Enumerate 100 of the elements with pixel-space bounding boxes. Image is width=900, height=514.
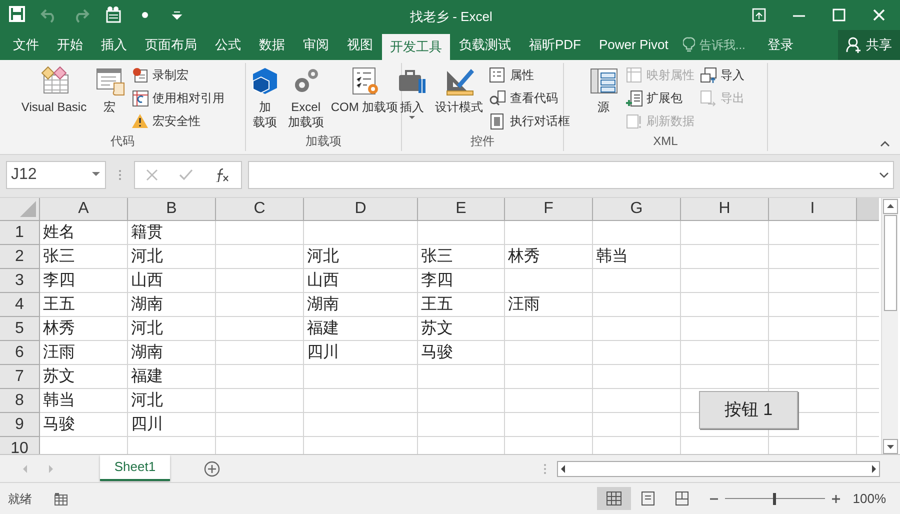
window-title: 找老乡 - Excel (410, 8, 492, 26)
horizontal-scrollbar[interactable] (557, 460, 880, 476)
ribbon-button[interactable]: 查看代码 (488, 87, 571, 109)
row-header[interactable]: 6 (0, 341, 40, 365)
normal-view-icon[interactable] (596, 487, 631, 510)
macro-recording-icon[interactable] (54, 492, 68, 506)
vertical-scrollbar[interactable] (881, 198, 898, 454)
ribbon-button[interactable]: Visual Basic (19, 63, 89, 115)
row-header[interactable]: 7 (0, 365, 40, 389)
group-label: XML (652, 133, 679, 150)
collapse-ribbon-icon[interactable] (880, 140, 890, 148)
maximize-icon[interactable] (832, 8, 846, 22)
table-cell: 湖南 (304, 293, 418, 317)
ribbon-tab[interactable]: 数据 (250, 30, 294, 60)
ribbon-button[interactable]: 源 (586, 63, 622, 115)
table-cell: 王五 (418, 293, 505, 317)
name-box[interactable]: J12 (6, 161, 106, 189)
ribbon-button[interactable]: 使用相对引用 (130, 87, 226, 109)
ribbon-tab[interactable]: Power Pivot (590, 30, 678, 60)
table-cell: 四川 (304, 341, 418, 365)
ribbon-tab[interactable]: 开发工具 (382, 34, 450, 60)
table-cell: 河北 (304, 245, 418, 269)
share-button[interactable]: 共享 (838, 30, 900, 60)
tell-me-field[interactable]: 告诉我... (699, 36, 756, 54)
grip-icon (543, 462, 547, 476)
column-header[interactable]: A (40, 198, 128, 220)
row-header[interactable]: 9 (0, 413, 40, 437)
row-header[interactable]: 4 (0, 293, 40, 317)
scroll-right-icon[interactable] (871, 464, 877, 472)
ribbon-tab[interactable]: 插入 (92, 30, 136, 60)
table-cell: 苏文 (418, 317, 505, 341)
ribbon-button[interactable]: 录制宏 (130, 64, 226, 86)
column-header[interactable]: E (418, 198, 505, 220)
ribbon-display-icon[interactable] (752, 8, 766, 22)
table-cell: 汪雨 (40, 341, 128, 365)
ribbon-tab[interactable]: 公式 (206, 30, 250, 60)
scroll-down-icon[interactable] (882, 439, 898, 454)
table-cell: 韩当 (40, 389, 128, 413)
group-label: 控件 (470, 133, 496, 150)
ribbon-tab[interactable]: 文件 (4, 30, 48, 60)
column-header[interactable]: G (593, 198, 681, 220)
zoom-level[interactable]: 100% (852, 488, 886, 508)
row-header[interactable]: 10 (0, 437, 40, 454)
table-cell: 汪雨 (505, 293, 593, 317)
save-icon[interactable] (8, 5, 26, 25)
export-icon (700, 90, 716, 106)
ribbon-button[interactable]: 扩展包 (624, 87, 696, 109)
ribbon-tab[interactable]: 视图 (338, 30, 382, 60)
formula-field[interactable] (248, 161, 894, 189)
add-sheet-icon[interactable] (204, 460, 220, 476)
scroll-thumb[interactable] (884, 215, 896, 311)
table-cell: 姓名 (40, 221, 128, 245)
ribbon-button[interactable]: 导入 (698, 64, 746, 86)
ribbon-tab[interactable]: 开始 (48, 30, 92, 60)
table-cell: 河北 (128, 317, 216, 341)
relative-reference-icon (132, 90, 149, 106)
close-icon[interactable] (872, 8, 886, 22)
ribbon-button[interactable]: 执行对话框 (488, 110, 571, 132)
table-cell: 福建 (128, 365, 216, 389)
scroll-up-icon[interactable] (882, 199, 898, 214)
zoom-slider-thumb[interactable] (773, 492, 776, 504)
row-header[interactable]: 8 (0, 389, 40, 413)
row-header[interactable]: 2 (0, 245, 40, 269)
column-header[interactable]: F (505, 198, 593, 220)
person-icon (846, 37, 862, 53)
grip-icon (118, 168, 122, 182)
function-icon[interactable] (214, 168, 230, 182)
ribbon-button[interactable]: 宏安全性 (130, 110, 226, 132)
ribbon-tab[interactable]: 审阅 (294, 30, 338, 60)
row-header[interactable]: 3 (0, 269, 40, 293)
form-button[interactable]: 按钮 1 (699, 391, 798, 429)
ribbon-button[interactable]: 加 载项 (246, 63, 283, 130)
refresh-data-icon (626, 112, 642, 130)
column-header[interactable]: D (304, 198, 418, 220)
row-header[interactable]: 5 (0, 317, 40, 341)
ribbon-button[interactable]: 宏 (92, 63, 128, 115)
ribbon-tab[interactable]: 页面布局 (136, 30, 206, 60)
properties-icon (489, 66, 506, 84)
form-icon[interactable] (104, 5, 122, 25)
sign-in-link[interactable]: 登录 (761, 30, 800, 60)
column-header[interactable]: H (681, 198, 769, 220)
table-cell: 山西 (128, 269, 216, 293)
table-cell: 李四 (40, 269, 128, 293)
ribbon-button[interactable]: 设计模式 (433, 63, 485, 115)
column-header[interactable]: C (216, 198, 304, 220)
row-header[interactable]: 1 (0, 221, 40, 245)
status-text: 就绪 (8, 490, 32, 508)
table-cell: 张三 (40, 245, 128, 269)
column-header[interactable]: B (128, 198, 216, 220)
dialog-icon (489, 112, 506, 130)
expand-icon[interactable] (879, 172, 889, 178)
ribbon-tab[interactable]: 负载测试 (450, 30, 520, 60)
ribbon-button[interactable]: 属性 (488, 64, 571, 86)
import-icon (700, 66, 716, 84)
sheet-tab[interactable]: Sheet1 (100, 455, 170, 481)
scroll-left-icon[interactable] (560, 464, 566, 472)
ribbon-tab[interactable]: 福昕PDF (520, 30, 590, 60)
ribbon-button[interactable]: Excel 加载项 (286, 63, 326, 130)
zoom-in-icon[interactable] (830, 494, 841, 504)
ribbon-button[interactable]: COM 加载项 (328, 63, 400, 115)
